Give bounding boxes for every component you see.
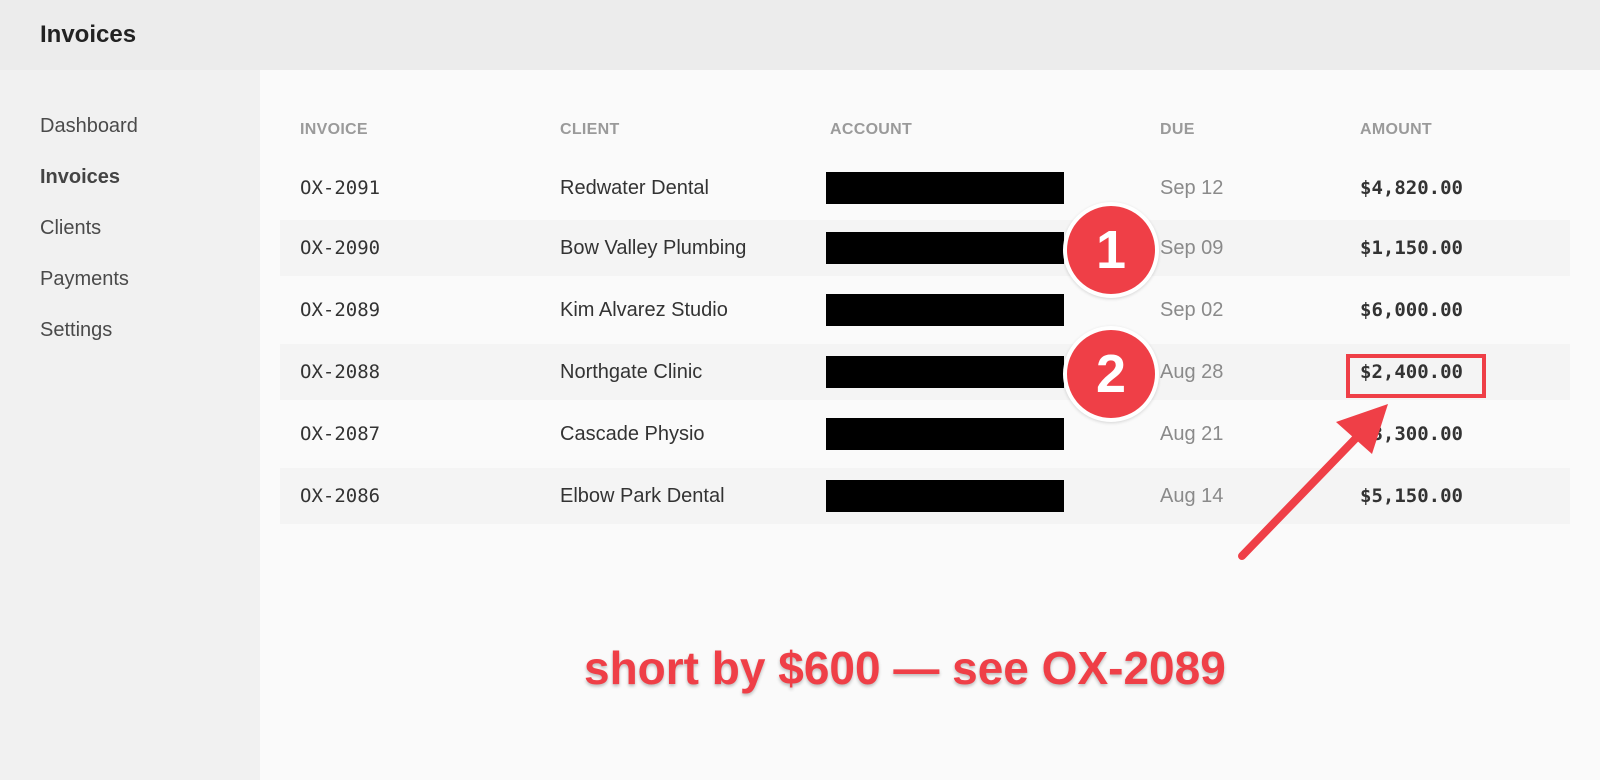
annotation-note: short by $600 — see OX-2089 [584, 642, 1226, 694]
